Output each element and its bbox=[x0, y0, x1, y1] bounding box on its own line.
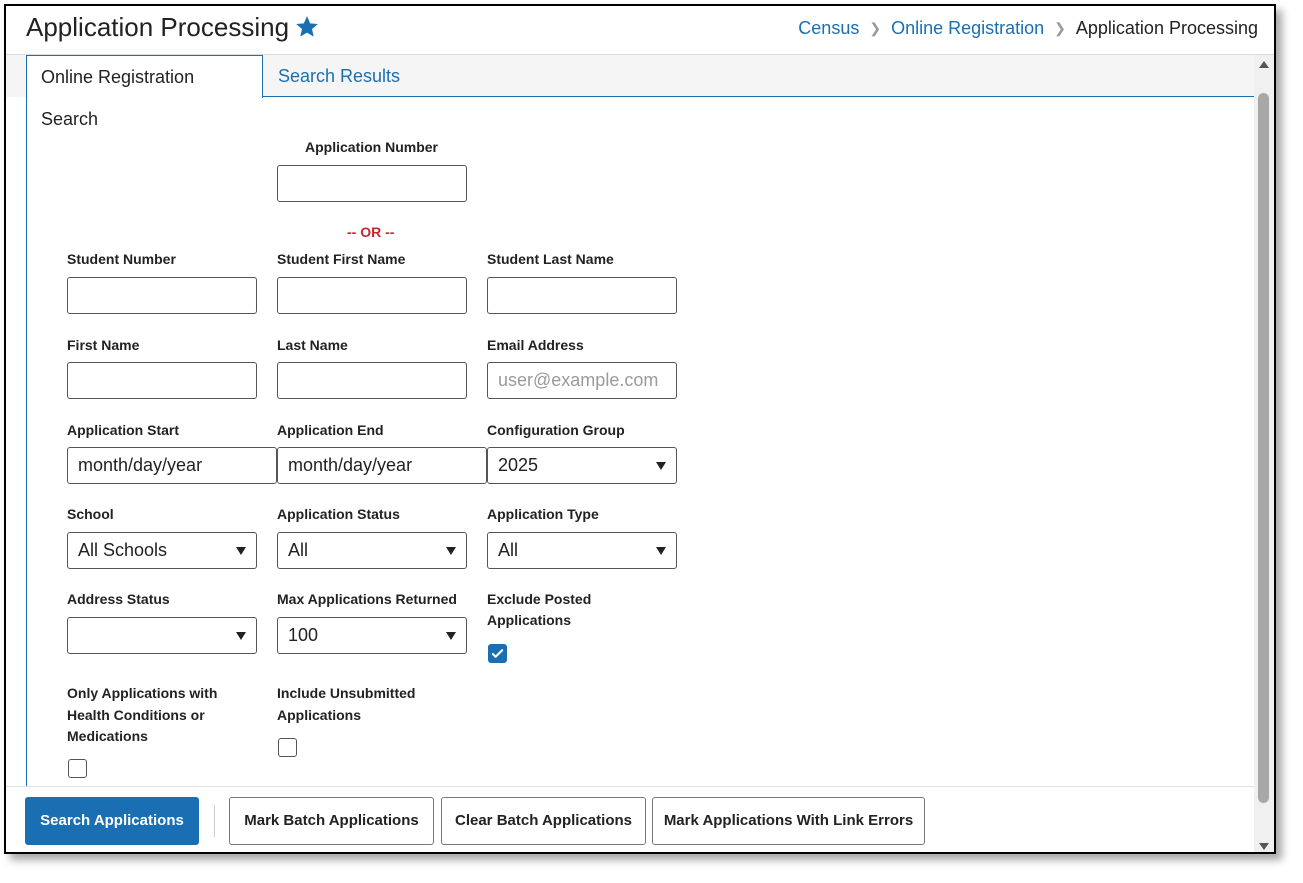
star-icon[interactable] bbox=[294, 14, 320, 40]
student-number-label: Student Number bbox=[67, 251, 176, 267]
school-value: All Schools bbox=[78, 540, 168, 560]
health-conditions-label-line2: Health Conditions or bbox=[67, 707, 205, 723]
chevron-right-icon: ❯ bbox=[1054, 20, 1066, 36]
student-first-name-input[interactable] bbox=[277, 277, 467, 314]
email-address-label: Email Address bbox=[487, 337, 584, 353]
configuration-group-label: Configuration Group bbox=[487, 422, 625, 438]
school-label: School bbox=[67, 506, 114, 522]
address-status-label: Address Status bbox=[67, 591, 170, 607]
tab-search-results[interactable]: Search Results bbox=[264, 55, 414, 97]
app-window: Application Processing Census ❯ Online R… bbox=[4, 4, 1276, 854]
checkmark-icon bbox=[491, 649, 504, 658]
application-type-select[interactable]: All bbox=[487, 532, 677, 569]
chevron-right-icon: ❯ bbox=[869, 20, 882, 36]
clear-batch-applications-button[interactable]: Clear Batch Applications bbox=[441, 797, 646, 845]
last-name-label: Last Name bbox=[277, 337, 348, 353]
first-name-input[interactable] bbox=[67, 362, 257, 399]
application-type-value: All bbox=[498, 540, 519, 560]
breadcrumb-census[interactable]: Census bbox=[798, 18, 859, 39]
page-header: Application Processing Census ❯ Online R… bbox=[6, 6, 1274, 55]
tab-online-registration-search[interactable]: Online Registration Search bbox=[26, 55, 263, 129]
application-end-date-input[interactable]: month/day/year bbox=[277, 447, 487, 484]
include-unsubmitted-label-line1: Include Unsubmitted bbox=[277, 685, 416, 701]
search-applications-button[interactable]: Search Applications bbox=[25, 797, 199, 845]
action-bar: Search Applications Mark Batch Applicati… bbox=[6, 786, 1256, 852]
scroll-up-arrow-icon[interactable] bbox=[1259, 61, 1269, 68]
vertical-scrollbar[interactable] bbox=[1254, 55, 1274, 852]
mark-batch-applications-button[interactable]: Mark Batch Applications bbox=[229, 797, 434, 845]
application-end-label: Application End bbox=[277, 422, 384, 438]
caret-down-icon bbox=[446, 632, 456, 640]
health-conditions-label-line1: Only Applications with bbox=[67, 685, 218, 701]
scroll-down-arrow-icon[interactable] bbox=[1259, 843, 1269, 850]
scroll-thumb[interactable] bbox=[1258, 93, 1269, 803]
exclude-posted-checkbox[interactable] bbox=[488, 644, 507, 663]
student-last-name-label: Student Last Name bbox=[487, 251, 614, 267]
button-divider bbox=[214, 805, 215, 837]
health-conditions-label-line3: Medications bbox=[67, 728, 148, 744]
exclude-posted-label-line1: Exclude Posted bbox=[487, 591, 592, 607]
first-name-label: First Name bbox=[67, 337, 140, 353]
address-status-select[interactable] bbox=[67, 617, 257, 654]
application-status-value: All bbox=[288, 540, 309, 560]
caret-down-icon bbox=[656, 462, 666, 470]
max-applications-label: Max Applications Returned bbox=[277, 591, 457, 607]
exclude-posted-label-line2: Applications bbox=[487, 612, 572, 628]
breadcrumb-online-registration[interactable]: Online Registration bbox=[891, 18, 1044, 39]
max-applications-select[interactable]: 100 bbox=[277, 617, 467, 654]
student-last-name-input[interactable] bbox=[487, 277, 677, 314]
page-title: Application Processing bbox=[26, 12, 290, 42]
school-select[interactable]: All Schools bbox=[67, 532, 257, 569]
breadcrumb-current: Application Processing bbox=[1075, 18, 1258, 38]
caret-down-icon bbox=[656, 547, 666, 555]
max-applications-value: 100 bbox=[288, 625, 319, 645]
application-type-label: Application Type bbox=[487, 506, 599, 522]
caret-down-icon bbox=[236, 547, 246, 555]
email-address-input[interactable]: user@example.com bbox=[487, 362, 677, 399]
last-name-input[interactable] bbox=[277, 362, 467, 399]
student-number-input[interactable] bbox=[67, 277, 257, 314]
application-number-input[interactable] bbox=[277, 165, 467, 202]
health-conditions-checkbox[interactable] bbox=[68, 759, 87, 778]
caret-down-icon bbox=[446, 547, 456, 555]
include-unsubmitted-checkbox[interactable] bbox=[278, 738, 297, 757]
application-status-label: Application Status bbox=[277, 506, 400, 522]
application-start-date-input[interactable]: month/day/year bbox=[67, 447, 277, 484]
application-status-select[interactable]: All bbox=[277, 532, 467, 569]
mark-link-errors-button[interactable]: Mark Applications With Link Errors bbox=[652, 797, 925, 845]
search-form-panel: Application Number -- OR -- Student Numb… bbox=[26, 96, 1255, 796]
student-first-name-label: Student First Name bbox=[277, 251, 406, 267]
configuration-group-value: 2025 bbox=[498, 455, 539, 475]
configuration-group-select[interactable]: 2025 bbox=[487, 447, 677, 484]
caret-down-icon bbox=[236, 632, 246, 640]
include-unsubmitted-label-line2: Applications bbox=[277, 707, 362, 723]
application-number-label: Application Number bbox=[305, 139, 439, 155]
breadcrumb: Census ❯ Online Registration ❯ Applicati… bbox=[798, 18, 1258, 39]
application-start-label: Application Start bbox=[67, 422, 180, 438]
or-separator: -- OR -- bbox=[347, 224, 395, 240]
